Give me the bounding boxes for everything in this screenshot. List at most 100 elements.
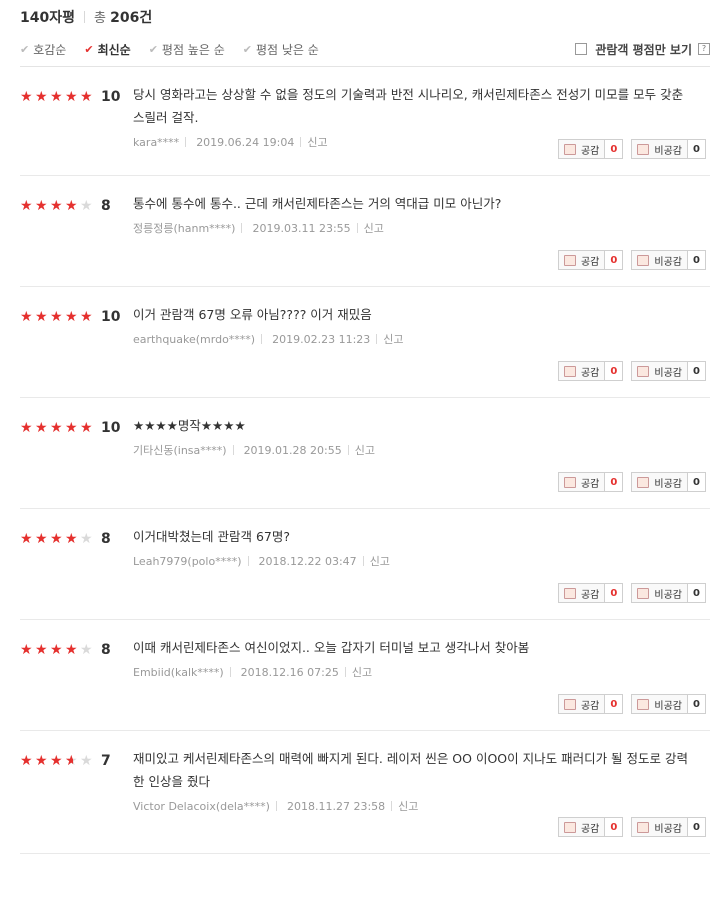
rating-score: 10 <box>101 309 121 325</box>
dislike-button[interactable]: 비공감 <box>631 361 688 381</box>
sort-option[interactable]: ✔ 최신순 <box>84 41 130 58</box>
review-meta: Embiid(kalk****) 2018.12.16 07:25 신고 <box>133 664 693 680</box>
star-icon: ★ <box>80 420 93 436</box>
star-icon: ★ <box>65 754 80 768</box>
review-author[interactable]: Victor Delacoix(dela****) <box>133 800 270 813</box>
like-label: 공감 <box>580 367 600 379</box>
rating-score: 7 <box>101 753 111 769</box>
star-icon: ★ <box>80 531 93 547</box>
like-button[interactable]: 공감 <box>557 694 606 714</box>
review-date: 2019.02.23 11:23 <box>272 332 371 346</box>
dislike-button[interactable]: 비공감 <box>631 250 688 270</box>
report-link[interactable]: 신고 <box>352 664 372 680</box>
rating-score: 10 <box>101 89 121 105</box>
like-button[interactable]: 공감 <box>557 583 606 603</box>
sort-option-label: 평점 높은 순 <box>161 42 225 57</box>
star-icon: ★ <box>50 198 63 214</box>
rating-stars: ★ ★ ★ ★ ★ 10 <box>20 309 120 325</box>
star-icon: ★ <box>50 642 63 658</box>
sort-option-label: 최신순 <box>97 42 131 57</box>
star-icon: ★ <box>65 198 78 214</box>
report-link[interactable]: 신고 <box>398 798 418 814</box>
rating-stars: ★ ★ ★ ★ ★ 10 <box>20 89 120 105</box>
star-icon: ★ <box>50 531 63 547</box>
report-link[interactable]: 신고 <box>370 553 390 569</box>
like-button[interactable]: 공감 <box>557 817 606 837</box>
thumbs-down-icon <box>637 587 650 599</box>
review-list: ★ ★ ★ ★ ★ 10 당시 영화라고는 상상할 수 없을 정도의 기술력과 반전 시나리… <box>20 67 710 854</box>
report-link[interactable]: 신고 <box>307 134 327 150</box>
viewer-only-label: 관람객 평점만 보기 <box>595 42 692 57</box>
rating-stars: ★ ★ ★ ★ ★ 8 <box>20 198 111 214</box>
report-link[interactable]: 신고 <box>355 442 375 458</box>
sort-option[interactable]: ✔ 호감순 <box>20 41 66 58</box>
meta-divider <box>391 801 393 811</box>
sort-option[interactable]: ✔ 평점 높은 순 <box>149 41 225 58</box>
review-actions: 공감 0 비공감 0 <box>557 250 706 270</box>
dislike-label: 비공감 <box>654 700 682 712</box>
like-button[interactable]: 공감 <box>557 472 606 492</box>
meta-divider <box>185 137 187 147</box>
star-icon: ★ <box>35 89 48 105</box>
review-item: ★ ★ ★ ★ ★ 10 이거 관람객 67명 오류 아님???? 이거 재밌음 earthq… <box>20 287 710 398</box>
like-button[interactable]: 공감 <box>557 250 606 270</box>
sort-bar: ✔ 호감순 ✔ 최신순 ✔ 평점 높은 순 ✔ 평점 낮은 순 관람객 평점만 보기 ? <box>20 32 710 67</box>
dislike-button[interactable]: 비공감 <box>631 694 688 714</box>
star-icon: ★ <box>50 753 63 769</box>
star-icon: ★ <box>20 309 33 325</box>
help-icon[interactable]: ? <box>698 43 710 55</box>
star-icon: ★ <box>20 198 33 214</box>
like-count: 0 <box>605 139 624 159</box>
thumbs-up-icon <box>563 821 576 833</box>
viewer-only-toggle[interactable]: 관람객 평점만 보기 ? <box>575 41 710 58</box>
dislike-button[interactable]: 비공감 <box>631 139 688 159</box>
star-icon: ★ <box>35 198 48 214</box>
dislike-count: 0 <box>688 361 706 381</box>
star-icon: ★ <box>65 89 78 105</box>
review-actions: 공감 0 비공감 0 <box>557 583 706 603</box>
rating-stars: ★ ★ ★ ★ ★ 8 <box>20 531 111 547</box>
star-icon: ★ <box>20 420 33 436</box>
meta-divider <box>300 137 302 147</box>
review-author[interactable]: Leah7979(polo****) <box>133 555 242 568</box>
review-text: 이때 캐서린제타존스 여신이었지.. 오늘 갑자기 터미널 보고 생각나서 찾아… <box>133 640 530 655</box>
like-count: 0 <box>605 472 624 492</box>
check-icon: ✔ <box>148 42 158 56</box>
review-author[interactable]: 정릉정릉(hanm****) <box>133 220 235 236</box>
review-author[interactable]: 기타신동(insa****) <box>133 442 227 458</box>
like-count: 0 <box>605 817 624 837</box>
like-button[interactable]: 공감 <box>557 139 606 159</box>
dislike-count: 0 <box>688 583 706 603</box>
dislike-count: 0 <box>688 250 706 270</box>
review-body: 통수에 통수에 통수.. 근데 캐서린제타존스는 거의 역대급 미모 아닌가? 정… <box>133 192 693 236</box>
review-meta: 기타신동(insa****) 2019.01.28 20:55 신고 <box>133 442 693 458</box>
review-author[interactable]: earthquake(mrdo****) <box>133 333 255 346</box>
dislike-button[interactable]: 비공감 <box>631 583 688 603</box>
dislike-button[interactable]: 비공감 <box>631 817 688 837</box>
like-label: 공감 <box>580 145 600 157</box>
review-body: 재미있고 케서린제타존스의 매력에 빠지게 된다. 레이저 씬은 OO 이OO이… <box>133 747 693 814</box>
dislike-button[interactable]: 비공감 <box>631 472 688 492</box>
report-link[interactable]: 신고 <box>383 331 403 347</box>
rating-stars: ★ ★ ★ ★ ★ 8 <box>20 642 111 658</box>
report-link[interactable]: 신고 <box>364 220 384 236</box>
review-author[interactable]: Embiid(kalk****) <box>133 666 224 679</box>
review-item: ★ ★ ★ ★ ★ 10 ★★★★명작★★★★ 기타신동(insa****) 2019.01.2… <box>20 398 710 509</box>
check-icon: ✔ <box>20 42 30 56</box>
rating-score: 8 <box>101 531 111 547</box>
dislike-label: 비공감 <box>654 823 682 835</box>
star-icon: ★ <box>20 531 33 547</box>
review-text: 당시 영화라고는 상상할 수 없을 정도의 기술력과 반전 시나리오, 캐서린제… <box>133 87 684 125</box>
review-actions: 공감 0 비공감 0 <box>557 139 706 159</box>
viewer-only-checkbox[interactable] <box>575 43 588 55</box>
sort-option[interactable]: ✔ 평점 낮은 순 <box>243 41 319 58</box>
review-author[interactable]: kara**** <box>133 136 179 149</box>
like-label: 공감 <box>580 700 600 712</box>
star-icon: ★ <box>65 642 78 658</box>
like-button[interactable]: 공감 <box>557 361 606 381</box>
rating-score: 8 <box>101 642 111 658</box>
review-item: ★ ★ ★ ★ ★ 8 이때 캐서린제타존스 여신이었지.. 오늘 갑자기 터미널 보고 생… <box>20 620 710 731</box>
thumbs-up-icon <box>563 698 576 710</box>
review-panel: 140자평 총 206건 ✔ 호감순 ✔ 최신순 ✔ 평점 높은 순 ✔ 평점 낮은 순 관람… <box>20 0 710 854</box>
star-icon: ★ <box>65 420 78 436</box>
